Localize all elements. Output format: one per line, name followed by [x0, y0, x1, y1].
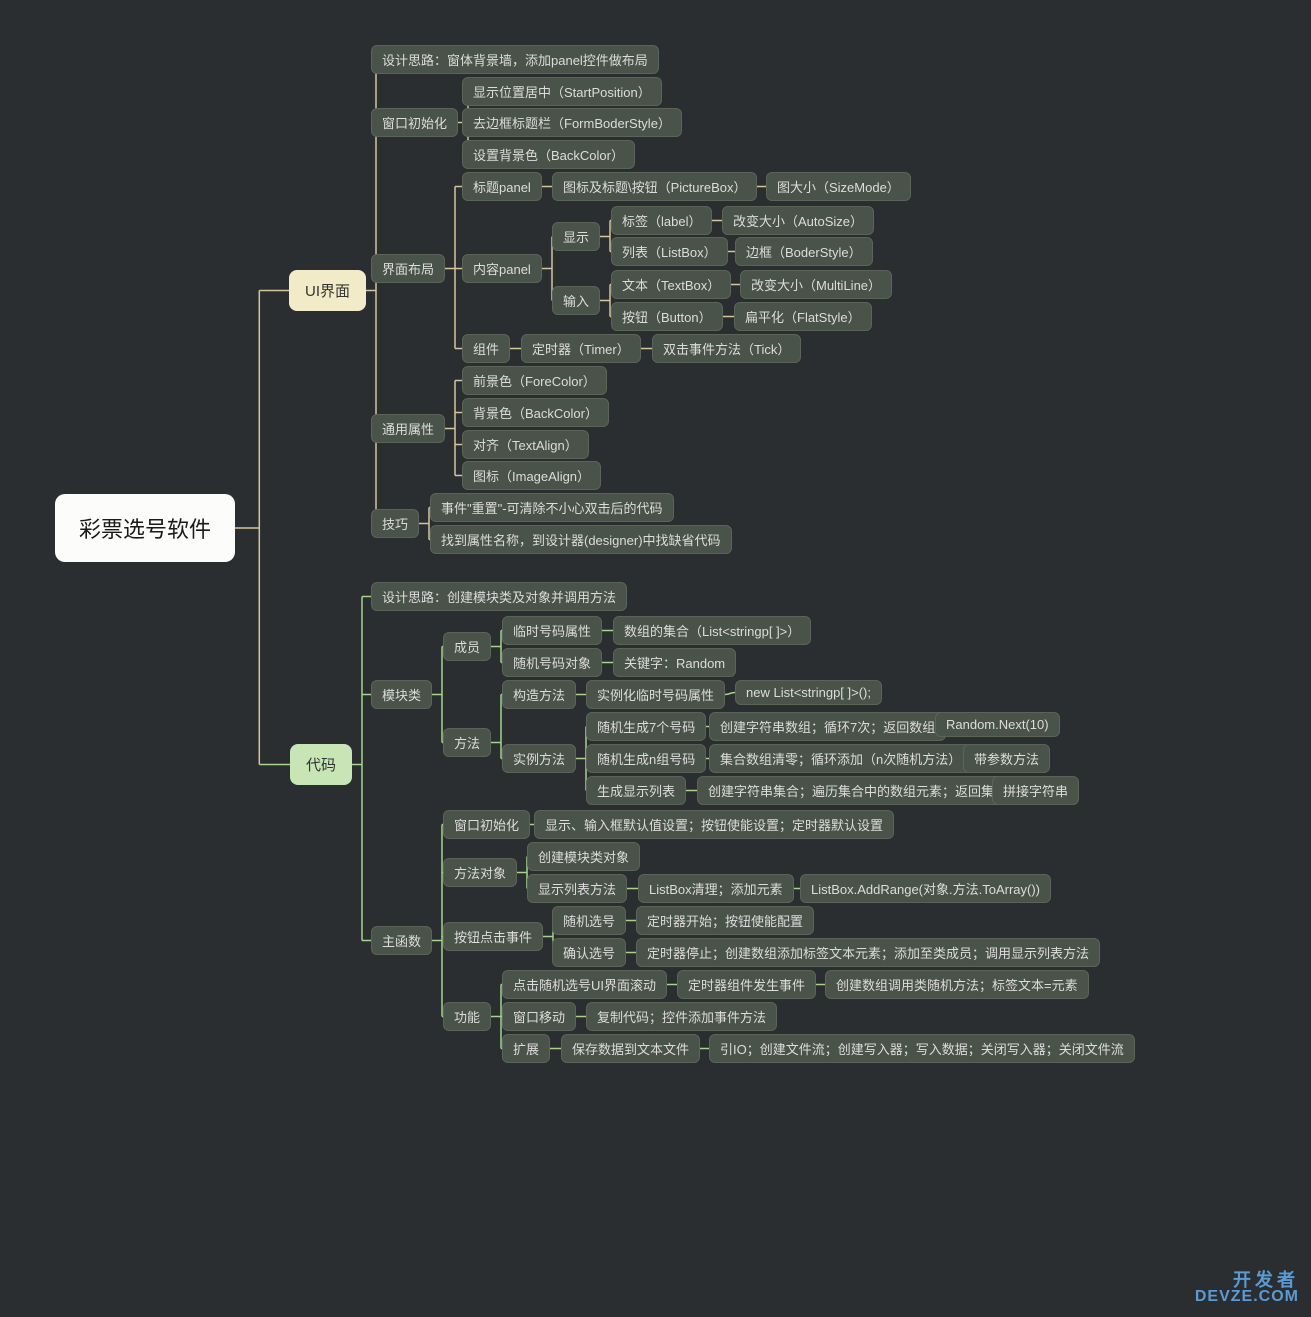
node-button[interactable]: 按钮（Button）	[611, 302, 723, 331]
node-sizemode[interactable]: 图大小（SizeMode）	[766, 172, 911, 201]
node-window-move[interactable]: 窗口移动	[502, 1002, 576, 1031]
node-textbox[interactable]: 文本（TextBox）	[611, 270, 731, 299]
node-save-to-file[interactable]: 保存数据到文本文件	[561, 1034, 700, 1063]
node-layout[interactable]: 界面布局	[371, 254, 445, 283]
node-list-string-array[interactable]: 数组的集合（List<stringp[ ]>）	[613, 616, 811, 645]
node-display-list-method[interactable]: 显示列表方法	[527, 874, 627, 903]
node-features[interactable]: 功能	[443, 1002, 491, 1031]
node-random-n[interactable]: 随机生成n组号码	[586, 744, 706, 773]
node-display[interactable]: 显示	[552, 222, 600, 251]
node-imagealign[interactable]: 图标（ImageAlign）	[462, 461, 601, 490]
node-random-obj[interactable]: 随机号码对象	[502, 648, 602, 677]
node-backcolor2[interactable]: 背景色（BackColor）	[462, 398, 609, 427]
node-methods[interactable]: 方法	[443, 728, 491, 757]
node-autosize[interactable]: 改变大小（AutoSize）	[722, 206, 874, 235]
node-default-settings[interactable]: 显示、输入框默认值设置；按钮使能设置；定时器默认设置	[534, 810, 894, 839]
node-event-reset[interactable]: 事件"重置"-可清除不小心双击后的代码	[430, 493, 674, 522]
node-border-style[interactable]: 边框（BoderStyle）	[735, 237, 873, 266]
node-multiline[interactable]: 改变大小（MultiLine）	[740, 270, 892, 299]
node-new-list[interactable]: new List<stringp[ ]>();	[735, 680, 882, 705]
node-design-idea-ui[interactable]: 设计思路：窗体背景墙，添加panel控件做布局	[371, 45, 659, 74]
node-timer-start[interactable]: 定时器开始；按钮使能配置	[636, 906, 814, 935]
node-tips[interactable]: 技巧	[371, 509, 419, 538]
node-forecolor[interactable]: 前景色（ForeColor）	[462, 366, 607, 395]
node-create-module-obj[interactable]: 创建模块类对象	[527, 842, 640, 871]
node-button-click-event[interactable]: 按钮点击事件	[443, 922, 543, 951]
node-keyword-random[interactable]: 关键字：Random	[613, 648, 736, 677]
node-designer-default[interactable]: 找到属性名称，到设计器(designer)中找缺省代码	[430, 525, 732, 554]
node-method-obj[interactable]: 方法对象	[443, 858, 517, 887]
branch-code[interactable]: 代码	[290, 744, 352, 785]
node-random-next[interactable]: Random.Next(10)	[935, 712, 1060, 737]
node-random-7[interactable]: 随机生成7个号码	[586, 712, 706, 741]
node-listbox[interactable]: 列表（ListBox）	[611, 237, 728, 266]
root-node[interactable]: 彩票选号软件	[55, 494, 235, 562]
watermark: 开发者 DEVZE.COM	[1195, 1271, 1299, 1305]
watermark-line1: 开发者	[1195, 1271, 1299, 1289]
node-create-array-call[interactable]: 创建数组调用类随机方法；标签文本=元素	[825, 970, 1089, 999]
node-concat-string[interactable]: 拼接字符串	[992, 776, 1079, 805]
node-instantiate-temp[interactable]: 实例化临时号码属性	[586, 680, 725, 709]
node-timer-event[interactable]: 定时器组件发生事件	[677, 970, 816, 999]
node-main-function[interactable]: 主函数	[371, 926, 432, 955]
node-label[interactable]: 标签（label）	[611, 206, 712, 235]
node-design-idea-code[interactable]: 设计思路：创建模块类及对象并调用方法	[371, 582, 627, 611]
node-instance-methods[interactable]: 实例方法	[502, 744, 576, 773]
node-constructor[interactable]: 构造方法	[502, 680, 576, 709]
node-random-select[interactable]: 随机选号	[552, 906, 626, 935]
node-start-position[interactable]: 显示位置居中（StartPosition）	[462, 77, 662, 106]
node-create-string-collection[interactable]: 创建字符串集合；遍历集合中的数组元素；返回集合	[697, 776, 1018, 805]
node-gen-display-list[interactable]: 生成显示列表	[586, 776, 686, 805]
node-window-init2[interactable]: 窗口初始化	[443, 810, 530, 839]
node-back-color[interactable]: 设置背景色（BackColor）	[462, 140, 635, 169]
node-confirm-select[interactable]: 确认选号	[552, 938, 626, 967]
node-window-init[interactable]: 窗口初始化	[371, 108, 458, 137]
node-components[interactable]: 组件	[462, 334, 510, 363]
branch-ui[interactable]: UI界面	[289, 270, 366, 311]
node-timer[interactable]: 定时器（Timer）	[521, 334, 641, 363]
node-ui-scroll[interactable]: 点击随机选号UI界面滚动	[502, 970, 667, 999]
node-textalign[interactable]: 对齐（TextAlign）	[462, 430, 589, 459]
node-clear-loop-add[interactable]: 集合数组清零；循环添加（n次随机方法）	[709, 744, 972, 773]
node-picturebox[interactable]: 图标及标题\按钮（PictureBox）	[552, 172, 757, 201]
node-timer-stop[interactable]: 定时器停止；创建数组添加标签文本元素；添加至类成员；调用显示列表方法	[636, 938, 1100, 967]
node-title-panel[interactable]: 标题panel	[462, 172, 542, 201]
node-form-border-style[interactable]: 去边框标题栏（FormBoderStyle）	[462, 108, 682, 137]
node-temp-number-prop[interactable]: 临时号码属性	[502, 616, 602, 645]
watermark-line2: DEVZE.COM	[1195, 1289, 1299, 1305]
node-listbox-addrange[interactable]: ListBox.AddRange(对象.方法.ToArray())	[800, 874, 1051, 903]
node-content-panel[interactable]: 内容panel	[462, 254, 542, 283]
node-members[interactable]: 成员	[443, 632, 491, 661]
node-io-stream[interactable]: 引IO；创建文件流；创建写入器；写入数据；关闭写入器；关闭文件流	[709, 1034, 1135, 1063]
node-flatstyle[interactable]: 扁平化（FlatStyle）	[734, 302, 872, 331]
node-param-method[interactable]: 带参数方法	[963, 744, 1050, 773]
node-extension[interactable]: 扩展	[502, 1034, 550, 1063]
node-create-string-array[interactable]: 创建字符串数组；循环7次；返回数组	[709, 712, 946, 741]
node-copy-code[interactable]: 复制代码；控件添加事件方法	[586, 1002, 777, 1031]
node-module-class[interactable]: 模块类	[371, 680, 432, 709]
node-tick[interactable]: 双击事件方法（Tick）	[652, 334, 801, 363]
node-common-props[interactable]: 通用属性	[371, 414, 445, 443]
node-listbox-clear-add[interactable]: ListBox清理；添加元素	[638, 874, 794, 903]
node-input[interactable]: 输入	[552, 286, 600, 315]
